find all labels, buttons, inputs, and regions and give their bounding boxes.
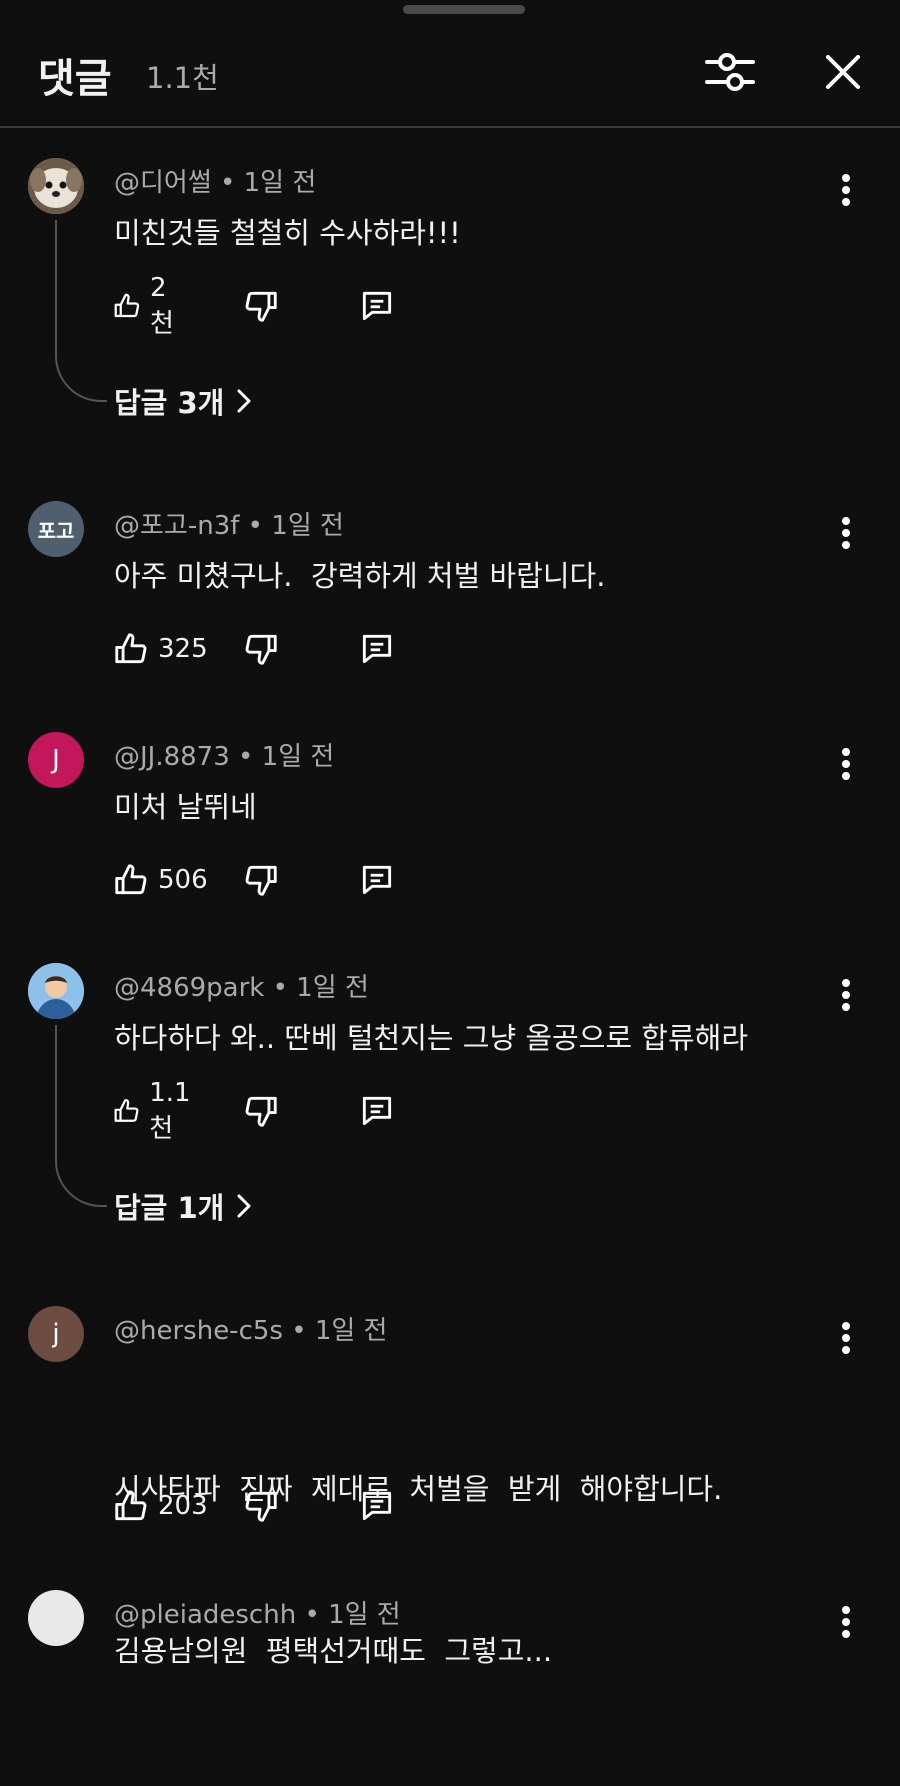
like-count: 203 <box>158 1491 208 1521</box>
view-replies-button[interactable]: 답글 1개 <box>114 1185 252 1227</box>
thumb-up-icon <box>114 293 140 318</box>
comment-time: 1일 전 <box>314 1316 388 1346</box>
more-vert-icon <box>842 174 850 206</box>
comment-author[interactable]: @pleiadeschh <box>114 1600 296 1630</box>
comment-text: 시사타파 진짜 제대로 처벌을 받게 해야합니다. 김용남의원 평택선거때도 그… <box>114 1354 722 1786</box>
comment-icon <box>362 1096 392 1126</box>
like-button[interactable]: 1.1천 <box>112 1078 199 1144</box>
reply-thread-line <box>55 220 107 402</box>
page-title: 댓글 <box>38 56 112 102</box>
reply-button[interactable] <box>358 627 396 671</box>
comment-text: 미처 날뛰네 <box>114 790 257 824</box>
thumb-up-icon <box>114 1098 139 1122</box>
comment-icon <box>362 634 392 664</box>
comment-author[interactable]: @4869park <box>114 973 264 1003</box>
like-button[interactable]: 506 <box>112 858 208 902</box>
comment-meta: @포고-n3f • 1일 전 <box>114 511 344 541</box>
chevron-right-icon <box>237 1194 251 1218</box>
reply-button[interactable] <box>358 1484 396 1528</box>
dog-avatar-image <box>28 158 84 214</box>
filter-button[interactable] <box>702 46 758 98</box>
like-button[interactable]: 203 <box>112 1484 208 1528</box>
comment-text: 아주 미쳤구나. 강력하게 처벌 바랍니다. <box>114 559 606 593</box>
more-options-button[interactable] <box>826 1316 866 1360</box>
comment-time: 1일 전 <box>296 973 369 1003</box>
like-button[interactable]: 325 <box>112 627 208 671</box>
avatar[interactable]: 포고 <box>28 501 84 557</box>
comment-meta: @4869park • 1일 전 <box>114 973 369 1003</box>
comment-author[interactable]: @hershe-c5s <box>114 1316 283 1346</box>
thumb-down-icon <box>245 865 277 896</box>
like-button[interactable]: 2천 <box>112 273 182 339</box>
dislike-button[interactable] <box>242 627 280 671</box>
more-vert-icon <box>842 748 850 780</box>
like-count: 325 <box>158 634 208 664</box>
replies-label: 답글 1개 <box>114 1191 225 1225</box>
reply-thread-line <box>55 1025 107 1207</box>
comment-author[interactable]: @디어썰 <box>114 168 212 198</box>
comment-meta: @hershe-c5s • 1일 전 <box>114 1316 388 1346</box>
dislike-button[interactable] <box>242 1089 280 1133</box>
more-options-button[interactable] <box>826 742 866 786</box>
comment-icon <box>362 291 392 321</box>
comment-time: 1일 전 <box>328 1600 401 1630</box>
more-vert-icon <box>842 979 850 1011</box>
comment-text: 하다하다 와.. 딴베 털천지는 그냥 올공으로 합류해라 <box>114 1021 749 1055</box>
avatar-initials: j <box>52 1319 60 1349</box>
comment-meta: @pleiadeschh • 1일 전 <box>114 1600 401 1630</box>
avatar-initials: 포고 <box>37 518 75 543</box>
avatar[interactable]: J <box>28 732 84 788</box>
thumb-down-icon <box>245 1096 277 1127</box>
dislike-button[interactable] <box>242 1484 280 1528</box>
comment-text: 미친것들 철철히 수사하라!!! <box>114 216 461 250</box>
reply-button[interactable] <box>358 858 396 902</box>
like-count: 2천 <box>149 272 174 339</box>
comments-header: 댓글 1.1천 <box>0 0 900 128</box>
avatar[interactable] <box>28 1590 84 1646</box>
more-options-button[interactable] <box>826 511 866 555</box>
like-count: 506 <box>158 865 208 895</box>
more-options-button[interactable] <box>826 168 866 212</box>
sliders-icon <box>705 53 755 91</box>
avatar[interactable]: j <box>28 1306 84 1362</box>
comment-time: 1일 전 <box>243 168 317 198</box>
thumb-up-icon <box>115 864 147 895</box>
comment-author[interactable]: @포고-n3f <box>114 511 239 541</box>
thumb-down-icon <box>245 1491 277 1522</box>
thumb-down-icon <box>245 291 277 322</box>
comment-text-line: 김용남의원 평택선거때도 그렇고... <box>114 1634 553 1668</box>
reply-button[interactable] <box>358 284 396 328</box>
more-options-button[interactable] <box>826 1600 866 1644</box>
thumb-up-icon <box>115 1490 147 1521</box>
close-button[interactable] <box>815 46 871 98</box>
more-vert-icon <box>842 1606 850 1638</box>
thumb-up-icon <box>115 633 147 664</box>
more-options-button[interactable] <box>826 973 866 1017</box>
dislike-button[interactable] <box>242 284 280 328</box>
more-vert-icon <box>842 1322 850 1354</box>
avatar-initials: J <box>52 745 60 775</box>
avatar[interactable] <box>28 158 84 214</box>
thumb-down-icon <box>245 634 277 665</box>
comment-meta: @디어썰 • 1일 전 <box>114 168 317 198</box>
replies-label: 답글 3개 <box>114 386 225 420</box>
reply-button[interactable] <box>358 1089 396 1133</box>
comment-time: 1일 전 <box>271 511 344 541</box>
person-avatar-image <box>28 963 84 1019</box>
comment-time: 1일 전 <box>261 742 335 772</box>
comment-author[interactable]: @JJ.8873 <box>114 742 230 772</box>
comment-icon <box>362 865 392 895</box>
dislike-button[interactable] <box>242 858 280 902</box>
view-replies-button[interactable]: 답글 3개 <box>114 380 252 422</box>
comment-icon <box>362 1491 392 1521</box>
comment-meta: @JJ.8873 • 1일 전 <box>114 742 335 772</box>
comment-count: 1.1천 <box>146 61 219 95</box>
chevron-right-icon <box>237 389 251 413</box>
avatar[interactable] <box>28 963 84 1019</box>
close-icon <box>826 55 860 89</box>
more-vert-icon <box>842 517 850 549</box>
like-count: 1.1천 <box>149 1077 191 1144</box>
